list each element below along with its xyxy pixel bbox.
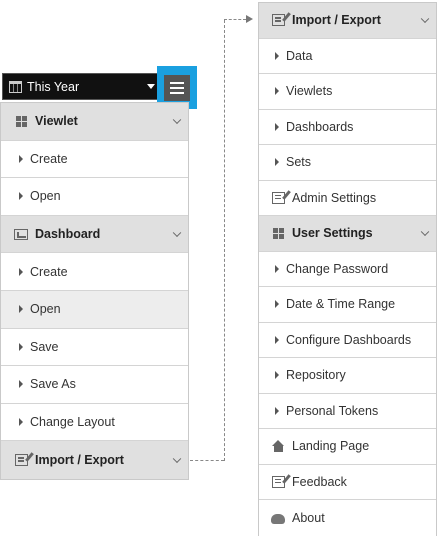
caret-right-icon — [19, 267, 23, 276]
chevron-down-icon — [420, 14, 430, 24]
viewlet-section-header[interactable]: Viewlet — [1, 103, 188, 141]
caret-right-icon — [275, 300, 279, 309]
dashboard-save-as-item[interactable]: Save As — [1, 366, 188, 404]
dashboard-save-item[interactable]: Save — [1, 328, 188, 367]
dashboard-change-layout-item[interactable]: Change Layout — [1, 403, 188, 442]
import-export-data-item[interactable]: Data — [259, 38, 436, 74]
caret-down-icon — [147, 84, 155, 89]
connector-line — [190, 460, 224, 461]
configure-dashboards-item[interactable]: Configure Dashboards — [259, 322, 436, 358]
viewlet-open-item[interactable]: Open — [1, 178, 188, 216]
user-settings-section-header[interactable]: User Settings — [259, 216, 436, 252]
chevron-down-icon — [172, 454, 182, 464]
hamburger-menu-button[interactable] — [164, 74, 190, 101]
import-export-dashboards-item[interactable]: Dashboards — [259, 109, 436, 145]
chevron-down-icon — [172, 115, 182, 125]
import-export-icon — [13, 453, 29, 467]
viewlet-create-item[interactable]: Create — [1, 140, 188, 179]
caret-right-icon — [275, 122, 279, 131]
caret-right-icon — [275, 87, 279, 96]
caret-right-icon — [275, 51, 279, 60]
home-icon — [270, 439, 286, 453]
main-menu-panel: Viewlet Create Open Dashboard Create Ope… — [0, 102, 189, 480]
caret-right-icon — [19, 192, 23, 201]
feedback-icon — [270, 475, 286, 489]
change-password-item[interactable]: Change Password — [259, 251, 436, 287]
dashboard-create-item[interactable]: Create — [1, 253, 188, 291]
admin-settings-item[interactable]: Admin Settings — [259, 180, 436, 216]
repository-item[interactable]: Repository — [259, 358, 436, 394]
import-export-sets-item[interactable]: Sets — [259, 145, 436, 181]
caret-right-icon — [19, 154, 23, 163]
import-export-section-header[interactable]: Import / Export — [1, 441, 188, 479]
personal-tokens-item[interactable]: Personal Tokens — [259, 393, 436, 429]
connector-arrow-icon — [246, 15, 253, 23]
feedback-item[interactable]: Feedback — [259, 464, 436, 500]
dashboard-section-header[interactable]: Dashboard — [1, 215, 188, 254]
caret-right-icon — [275, 158, 279, 167]
time-range-dropdown[interactable]: This Year — [2, 73, 160, 100]
about-icon — [270, 511, 286, 525]
caret-right-icon — [275, 264, 279, 273]
expanded-menu-panel: Import / Export Data Viewlets Dashboards… — [258, 2, 437, 536]
user-settings-icon — [270, 226, 286, 240]
dashboard-open-item[interactable]: Open — [1, 290, 188, 329]
connector-line — [224, 20, 225, 461]
caret-right-icon — [275, 406, 279, 415]
date-time-range-item[interactable]: Date & Time Range — [259, 287, 436, 323]
calendar-icon — [9, 80, 22, 93]
connector-line — [224, 19, 246, 20]
caret-right-icon — [19, 305, 23, 314]
import-export-section-header[interactable]: Import / Export — [259, 3, 436, 39]
caret-right-icon — [19, 342, 23, 351]
viewlet-icon — [13, 114, 29, 128]
landing-page-item[interactable]: Landing Page — [259, 429, 436, 465]
caret-right-icon — [275, 371, 279, 380]
dashboard-icon — [13, 227, 29, 241]
about-item[interactable]: About — [259, 500, 436, 536]
caret-right-icon — [19, 418, 23, 427]
chevron-down-icon — [172, 228, 182, 238]
import-export-icon — [270, 13, 286, 27]
caret-right-icon — [19, 380, 23, 389]
admin-settings-icon — [270, 191, 286, 205]
time-range-label: This Year — [27, 79, 80, 94]
caret-right-icon — [275, 335, 279, 344]
chevron-down-icon — [420, 227, 430, 237]
hamburger-icon — [170, 81, 184, 84]
import-export-viewlets-item[interactable]: Viewlets — [259, 74, 436, 110]
